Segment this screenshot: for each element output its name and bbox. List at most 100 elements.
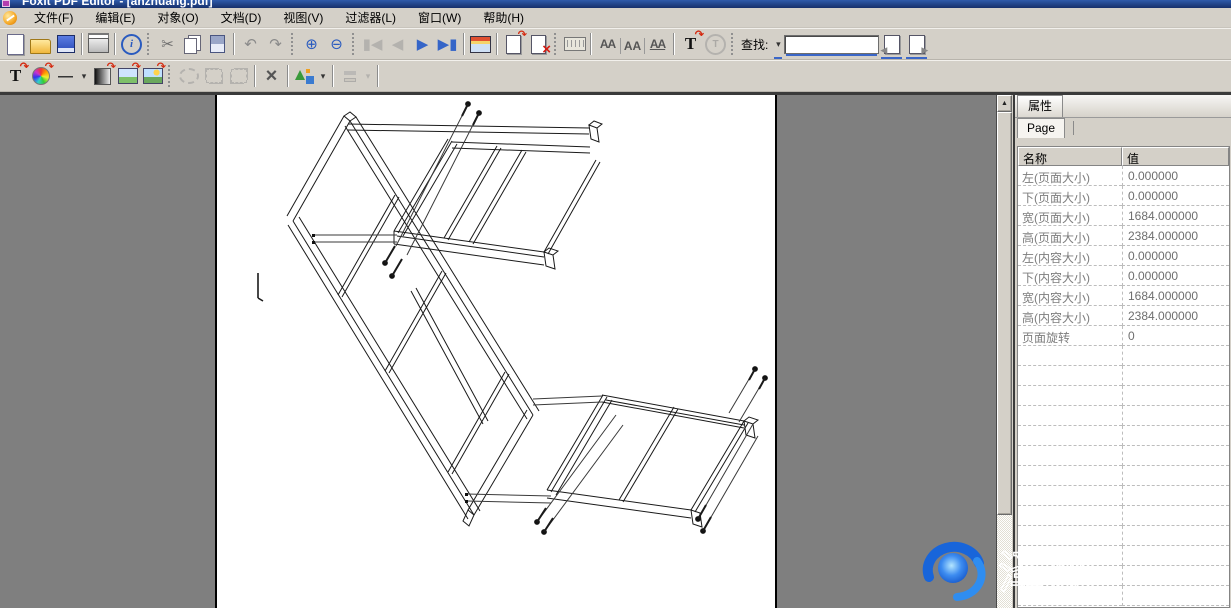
print-button[interactable] bbox=[86, 32, 111, 57]
property-row[interactable]: 左(页面大小)0.000000 bbox=[1018, 166, 1229, 186]
application-window: Foxit PDF Editor - [anzhuang.pdf] 文件(F)编… bbox=[0, 0, 1231, 608]
insert-shape-arrow[interactable]: ▾ bbox=[317, 64, 329, 89]
next-page-button[interactable]: ▶ bbox=[410, 32, 435, 57]
panel-title-tab[interactable]: 属性 bbox=[1017, 95, 1063, 117]
property-name bbox=[1018, 566, 1122, 586]
property-row-empty bbox=[1018, 586, 1229, 606]
property-value: 0.000000 bbox=[1122, 246, 1229, 266]
edit-text-button[interactable]: T bbox=[3, 64, 28, 89]
paste-button[interactable] bbox=[205, 32, 230, 57]
find-input[interactable] bbox=[784, 35, 879, 54]
toolbar-drag-handle[interactable] bbox=[554, 33, 557, 55]
column-header-name: 名称 bbox=[1018, 147, 1122, 166]
replace-image-button[interactable] bbox=[140, 64, 165, 89]
property-name bbox=[1018, 546, 1122, 566]
transform-left-button bbox=[201, 64, 226, 89]
property-name bbox=[1018, 466, 1122, 486]
menu-item-8[interactable]: 帮助(H) bbox=[472, 7, 535, 28]
menu-item-2[interactable]: 编辑(E) bbox=[84, 7, 146, 28]
property-row[interactable]: 左(内容大小)0.000000 bbox=[1018, 246, 1229, 266]
property-row[interactable]: 高(页面大小)2384.000000 bbox=[1018, 226, 1229, 246]
property-name: 左(内容大小) bbox=[1018, 246, 1122, 266]
property-name bbox=[1018, 346, 1122, 366]
page-drawing bbox=[217, 95, 775, 608]
delete-object-button[interactable]: × bbox=[259, 64, 284, 89]
app-icon bbox=[2, 0, 10, 7]
fill-style-button[interactable] bbox=[90, 64, 115, 89]
toolbar-drag-handle[interactable] bbox=[147, 33, 150, 55]
property-row-empty bbox=[1018, 446, 1229, 466]
copy-button[interactable] bbox=[180, 32, 205, 57]
document-info-button[interactable] bbox=[119, 32, 144, 57]
redo-button[interactable]: ↷ bbox=[263, 32, 288, 57]
insert-page-button[interactable] bbox=[501, 32, 526, 57]
new-document-button[interactable] bbox=[3, 32, 28, 57]
menu-item-6[interactable]: 过滤器(L) bbox=[334, 7, 407, 28]
zoom-out-button[interactable]: ⊖ bbox=[324, 32, 349, 57]
scrollbar-thumb[interactable] bbox=[997, 112, 1012, 515]
property-row[interactable]: 高(内容大小)2384.000000 bbox=[1018, 306, 1229, 326]
toolbar-drag-handle[interactable] bbox=[352, 33, 355, 55]
menu-item-5[interactable]: 视图(V) bbox=[272, 7, 334, 28]
select-object-button bbox=[176, 64, 201, 89]
property-value: 1684.000000 bbox=[1122, 286, 1229, 306]
pdf-page[interactable] bbox=[215, 95, 777, 608]
last-page-button[interactable]: ▶▮ bbox=[435, 32, 460, 57]
property-name: 下(页面大小) bbox=[1018, 186, 1122, 206]
property-name: 下(内容大小) bbox=[1018, 266, 1122, 286]
property-row[interactable]: 宽(页面大小)1684.000000 bbox=[1018, 206, 1229, 226]
add-text-button[interactable]: T bbox=[678, 32, 703, 57]
menu-item-7[interactable]: 窗口(W) bbox=[407, 7, 472, 28]
save-button[interactable] bbox=[53, 32, 78, 57]
menu-item-3[interactable]: 对象(O) bbox=[146, 7, 209, 28]
toolbar-drag-handle[interactable] bbox=[291, 33, 294, 55]
property-value bbox=[1122, 546, 1229, 566]
toolbar-separator bbox=[114, 33, 116, 55]
menu-item-4[interactable]: 文档(D) bbox=[210, 7, 273, 28]
property-value bbox=[1122, 366, 1229, 386]
property-name bbox=[1018, 386, 1122, 406]
property-rows: 左(页面大小)0.000000下(页面大小)0.000000宽(页面大小)168… bbox=[1018, 166, 1229, 606]
scroll-up-button[interactable]: ▲ bbox=[997, 95, 1012, 112]
line-style-arrow[interactable]: ▾ bbox=[78, 64, 90, 89]
property-row-empty bbox=[1018, 346, 1229, 366]
font-spacing-button[interactable]: AA bbox=[645, 32, 670, 57]
find-next-button[interactable] bbox=[904, 32, 929, 57]
cut-button[interactable]: ✂ bbox=[155, 32, 180, 57]
undo-button[interactable]: ↶ bbox=[238, 32, 263, 57]
property-name: 高(内容大小) bbox=[1018, 306, 1122, 326]
vertical-scrollbar[interactable]: ▲ bbox=[996, 95, 1012, 608]
align-button bbox=[337, 64, 362, 89]
line-style-button[interactable]: — bbox=[53, 64, 78, 89]
toolbar-drag-handle[interactable] bbox=[731, 33, 734, 55]
property-row[interactable]: 页面旋转0 bbox=[1018, 326, 1229, 346]
property-row-empty bbox=[1018, 406, 1229, 426]
toolbar-separator bbox=[254, 65, 256, 87]
toolbar-separator bbox=[233, 33, 235, 55]
font-match-button[interactable]: AA bbox=[595, 32, 620, 57]
document-canvas[interactable] bbox=[0, 95, 996, 608]
find-dropdown-arrow[interactable]: ▾ bbox=[772, 32, 784, 57]
property-row-empty bbox=[1018, 366, 1229, 386]
find-previous-button[interactable] bbox=[879, 32, 904, 57]
edit-image-button[interactable] bbox=[115, 64, 140, 89]
color-picker-button[interactable] bbox=[28, 64, 53, 89]
toolbar-separator bbox=[590, 33, 592, 55]
insert-shape-button[interactable] bbox=[292, 64, 317, 89]
toolbar-drag-handle[interactable] bbox=[168, 65, 171, 87]
property-row-empty bbox=[1018, 466, 1229, 486]
zoom-in-button[interactable]: ⊕ bbox=[299, 32, 324, 57]
keyboard-button[interactable] bbox=[562, 32, 587, 57]
page-layout-button[interactable] bbox=[468, 32, 493, 57]
tab-page[interactable]: Page bbox=[1017, 118, 1065, 138]
open-file-button[interactable] bbox=[28, 32, 53, 57]
font-width-button[interactable]: AA bbox=[620, 38, 645, 54]
property-row[interactable]: 宽(内容大小)1684.000000 bbox=[1018, 286, 1229, 306]
property-name bbox=[1018, 406, 1122, 426]
property-value: 0.000000 bbox=[1122, 186, 1229, 206]
property-row[interactable]: 下(页面大小)0.000000 bbox=[1018, 186, 1229, 206]
property-row[interactable]: 下(内容大小)0.000000 bbox=[1018, 266, 1229, 286]
menu-item-1[interactable]: 文件(F) bbox=[23, 7, 84, 28]
previous-page-button: ◀ bbox=[385, 32, 410, 57]
delete-page-button[interactable] bbox=[526, 32, 551, 57]
